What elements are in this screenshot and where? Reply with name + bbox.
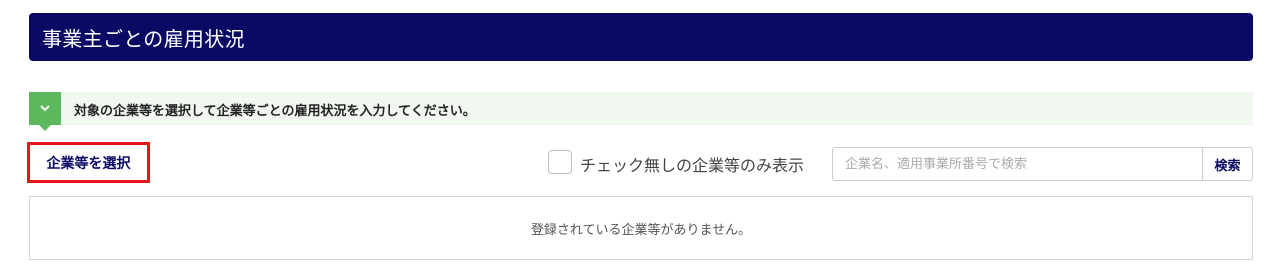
select-company-label: 企業等を選択 [46,155,131,172]
company-list: 登録されている企業等がありません。 [29,196,1253,260]
page-title: 事業主ごとの雇用状況 [42,26,245,51]
search-button-label: 検索 [1214,158,1241,174]
select-company-button[interactable]: 企業等を選択 [27,142,150,183]
info-tag [29,92,61,131]
unchecked-only-label[interactable]: チェック無しの企業等のみ表示 [580,152,804,176]
company-search-input[interactable] [832,147,1202,181]
instruction-banner: 対象の企業等を選択して企業等ごとの雇用状況を入力してください。 [29,92,1253,131]
unchecked-only-checkbox[interactable] [548,150,572,174]
search-button[interactable]: 検索 [1202,147,1253,181]
instruction-text: 対象の企業等を選択して企業等ごとの雇用状況を入力してください。 [74,104,476,119]
empty-state-message: 登録されている企業等がありません。 [530,222,752,238]
employment-status-panel: 事業主ごとの雇用状況 対象の企業等を選択して企業等ごとの雇用状況を入力してくださ… [0,0,1280,270]
section-header: 事業主ごとの雇用状況 [29,13,1253,61]
chevron-down-icon [40,105,50,112]
